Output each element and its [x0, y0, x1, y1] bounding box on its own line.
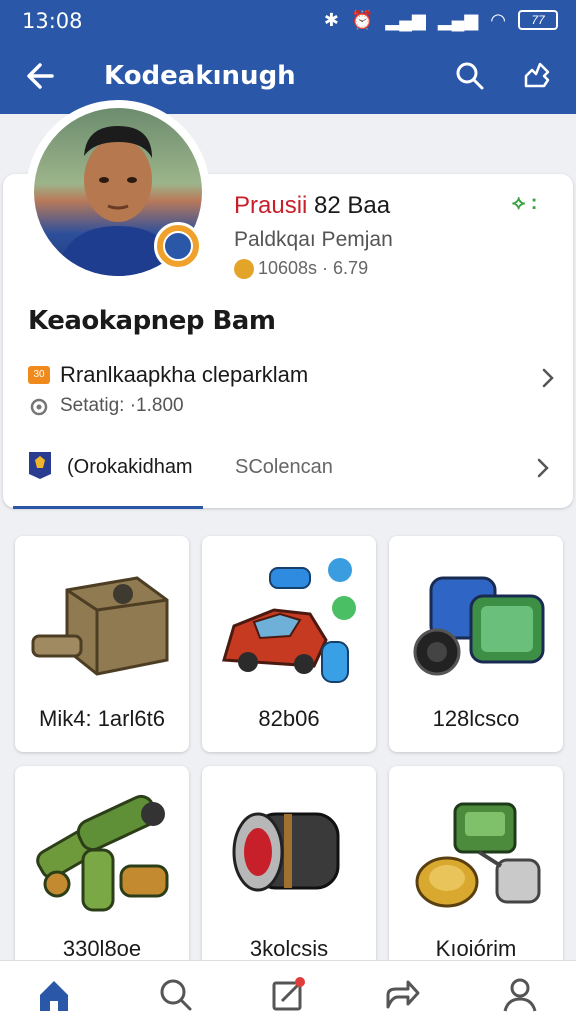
- status-time: 13:08: [22, 9, 83, 33]
- player-name: Keaokapnep Bam: [28, 306, 276, 336]
- more-options-icon[interactable]: ⟡ :: [512, 192, 552, 218]
- medal-icon: [234, 258, 254, 279]
- rockets-icon: [36, 794, 169, 912]
- search-icon[interactable]: [156, 975, 196, 1015]
- tab-bar: (Orokakidham SColencan: [3, 446, 573, 509]
- arrow-left-icon[interactable]: [22, 56, 62, 96]
- app-bar: Kodeakınugh: [0, 42, 576, 114]
- signal-icon-2: ▂▄▆: [437, 10, 479, 30]
- status-icons: ✱ ⏰ ▂▄▆ ▂▄▆ ◠ 77: [324, 8, 558, 32]
- item-caption: 128lcsco: [432, 706, 520, 731]
- edit-icon[interactable]: [268, 975, 308, 1015]
- rank-tag: 30: [28, 366, 50, 384]
- avatar[interactable]: [26, 100, 210, 284]
- bluetooth-icon: ✱: [323, 10, 339, 30]
- profile-subtitle: Paldkqaı Pemjan: [234, 228, 393, 251]
- gear-icon: [30, 398, 48, 416]
- profile-icon[interactable]: [500, 975, 540, 1015]
- item-tile[interactable]: 330l8oe: [15, 766, 189, 982]
- battery-icon: 77: [518, 10, 558, 30]
- item-caption: 82b06: [258, 706, 320, 731]
- team-badge-icon: [154, 222, 202, 270]
- item-tile[interactable]: 128lcsco: [389, 536, 563, 752]
- item-tile[interactable]: Kıoiórim: [389, 766, 563, 982]
- profile-name-rest: 82 Baa: [307, 192, 391, 219]
- status-bar: 13:08 ✱ ⏰ ▂▄▆ ▂▄▆ ◠ 77: [0, 0, 576, 42]
- search-icon[interactable]: [452, 58, 488, 94]
- rank-row[interactable]: 30 Rranlkaapkha cleparklam Setatig: ·1.8…: [28, 362, 556, 422]
- score-text: 10608s · 6.79: [258, 258, 369, 278]
- tab-inactive[interactable]: SColencan: [235, 456, 333, 479]
- profile-score: 10608s · 6.79: [234, 258, 368, 279]
- coin-gadget-icon: [415, 802, 541, 908]
- setting-value: Setatig: ·1.800: [60, 395, 184, 416]
- bottom-nav: [0, 960, 576, 1024]
- car-parts-icon: [222, 558, 356, 683]
- alarm-icon: ⏰: [350, 10, 374, 30]
- item-caption: Mik4: 1arl6t6: [39, 706, 165, 731]
- engine-block-icon: [31, 576, 169, 676]
- tab-indicator: [13, 506, 203, 509]
- item-caption: 330l8oe: [62, 936, 142, 961]
- item-caption: 3kolcsis: [249, 936, 329, 961]
- signal-icon: ▂▄▆: [385, 10, 426, 30]
- profile-name-highlight: Prausii: [234, 192, 308, 219]
- tab-active[interactable]: (Orokakidham: [67, 456, 193, 479]
- wifi-icon: ◠: [490, 10, 506, 30]
- team-flag-icon: [29, 452, 51, 479]
- chevron-right-icon: [542, 368, 554, 388]
- item-tile[interactable]: 3kolcsis: [202, 766, 376, 982]
- rank-label: Rranlkaapkha cleparklam: [60, 362, 309, 387]
- share-icon[interactable]: [382, 975, 422, 1015]
- item-tile[interactable]: 82b06: [202, 536, 376, 752]
- chevron-right-icon[interactable]: [535, 456, 551, 480]
- item-caption: Kıoiórim: [435, 936, 517, 961]
- home-icon[interactable]: [34, 975, 74, 1015]
- camera-icon: [413, 576, 545, 676]
- page-title: Kodeakınugh: [104, 61, 296, 91]
- cylinder-icon: [232, 812, 340, 892]
- item-tile[interactable]: Mik4: 1arl6t6: [15, 536, 189, 752]
- profile-name: Prausii 82 Baa: [234, 192, 390, 220]
- share-icon[interactable]: [518, 58, 554, 94]
